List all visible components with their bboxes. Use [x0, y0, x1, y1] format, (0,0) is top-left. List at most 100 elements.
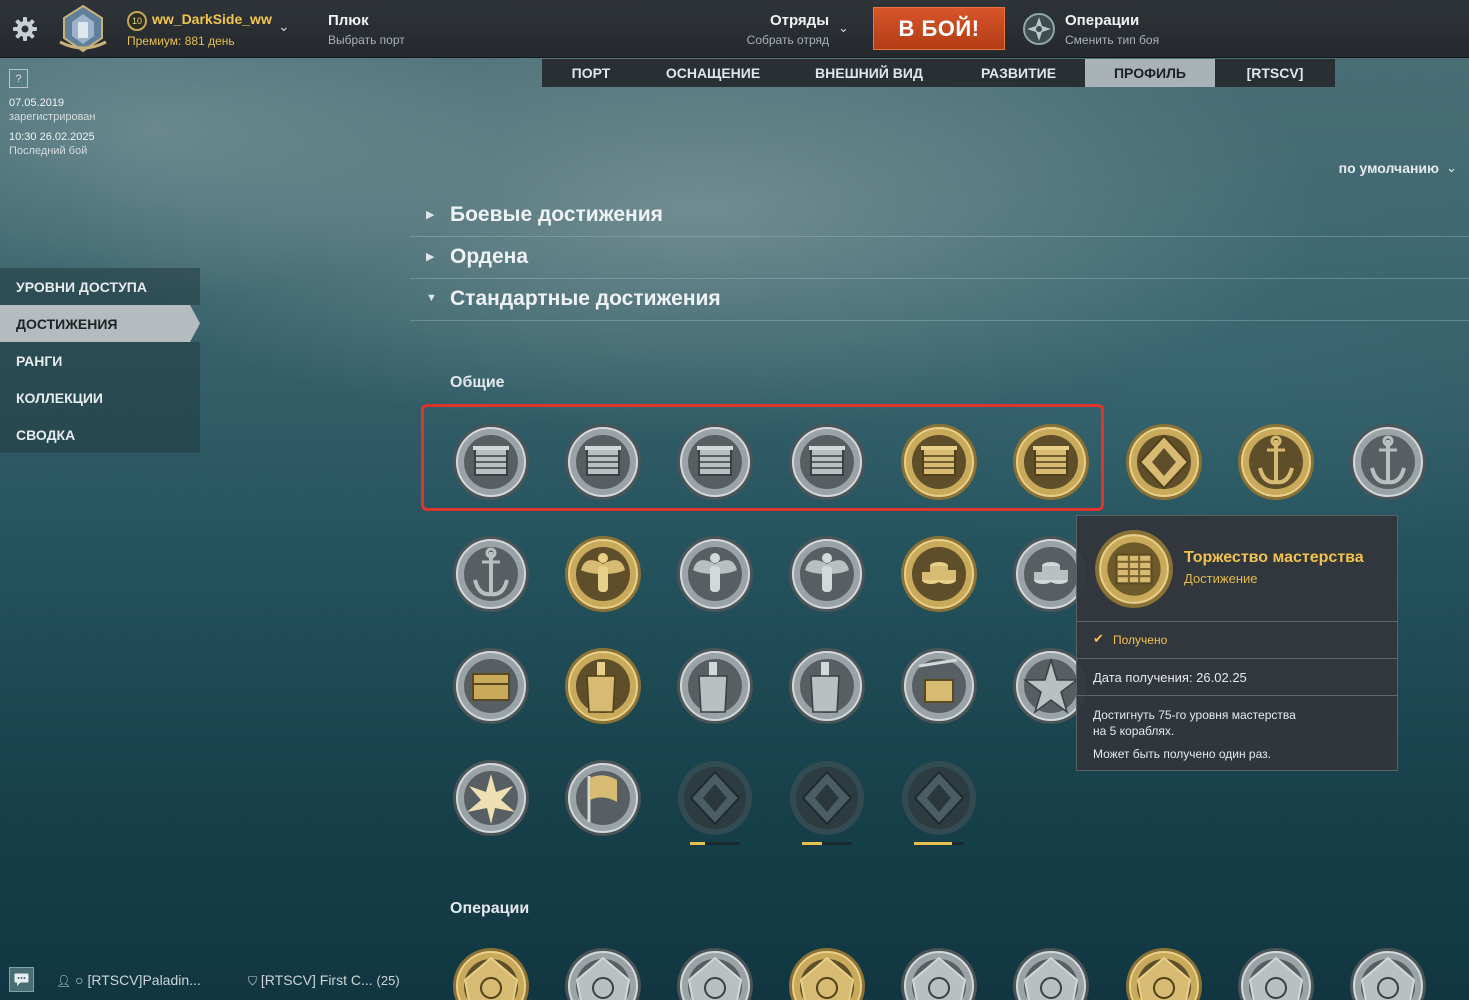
ribbon-medal-icon: [1093, 528, 1175, 610]
achievement-operation-icon[interactable]: [787, 946, 867, 1000]
sort-chevron-icon[interactable]: ⌄: [1446, 160, 1457, 176]
expand-arrow-icon: ▶: [426, 209, 435, 221]
section-combat-achievements[interactable]: ▶ Боевые достижения: [410, 195, 1469, 237]
achievement-angel-icon[interactable]: [787, 534, 867, 614]
achievement-operation-icon[interactable]: [451, 946, 531, 1000]
achievement-anchor-icon[interactable]: [451, 534, 531, 614]
tooltip-divider: [1077, 658, 1397, 659]
tooltip-subtitle: Достижение: [1184, 571, 1258, 586]
port-name[interactable]: Плюк: [328, 12, 369, 29]
side-item-ranks[interactable]: РАНГИ: [0, 342, 200, 379]
achievement-progress-fill: [690, 842, 705, 845]
achievement-diamond-icon[interactable]: [1124, 422, 1204, 502]
side-item-achievements[interactable]: ДОСТИЖЕНИЯ: [0, 305, 200, 342]
clan-shield-icon: ⛉: [248, 974, 258, 988]
bottom-clan-channel[interactable]: ⛉ [RTSCV] First C... (25): [248, 972, 400, 989]
tooltip-description: Достигнуть 75-го уровня мастерства на 5 …: [1093, 707, 1343, 739]
achievement-progress-fill: [802, 842, 822, 845]
side-item-access-levels[interactable]: УРОВНИ ДОСТУПА: [0, 268, 200, 305]
bottom-clan-count: (25): [376, 973, 400, 988]
user-menu-chevron-icon[interactable]: ⌄: [278, 18, 290, 35]
last-battle-date: 10:30 26.02.2025: [9, 131, 95, 143]
battle-type-hint: Сменить тип боя: [1065, 33, 1160, 47]
achievement-operation-icon[interactable]: [899, 946, 979, 1000]
achievement-diamond-icon[interactable]: [675, 758, 755, 838]
checkmark-icon: ✔: [1093, 631, 1104, 646]
side-item-summary[interactable]: СВОДКА: [0, 416, 200, 453]
bottom-user-contact[interactable]: 👤︎ ○ [RTSCV]Paladin...: [56, 972, 201, 988]
achievement-anchor-icon[interactable]: [1348, 422, 1428, 502]
tab-port[interactable]: ПОРТ: [542, 59, 640, 87]
tooltip-once-note: Может быть получено один раз.: [1093, 747, 1271, 761]
group-label-operations: Операции: [450, 900, 530, 917]
section-orders[interactable]: ▶ Ордена: [410, 237, 1469, 279]
premium-status: Премиум: 881 день: [127, 34, 235, 48]
achievement-cargo-icon[interactable]: [899, 646, 979, 726]
profile-side-nav: УРОВНИ ДОСТУПА ДОСТИЖЕНИЯ РАНГИ КОЛЛЕКЦИ…: [0, 268, 200, 453]
tab-development[interactable]: РАЗВИТИЕ: [952, 59, 1085, 87]
achievement-operation-icon[interactable]: [1124, 946, 1204, 1000]
achievement-ship-icon[interactable]: [563, 646, 643, 726]
achievement-progress-fill: [914, 842, 952, 845]
section-standard-achievements[interactable]: ▼ Стандартные достижения: [410, 279, 1469, 321]
group-label-general: Общие: [450, 374, 505, 391]
tooltip-title: Торжество мастерства: [1184, 549, 1364, 566]
battle-type-title[interactable]: Операции: [1065, 12, 1139, 29]
battle-button[interactable]: В БОЙ!: [873, 7, 1005, 50]
achievement-operation-icon[interactable]: [1348, 946, 1428, 1000]
tab-equipment[interactable]: ОСНАЩЕНИЕ: [640, 59, 786, 87]
squad-title[interactable]: Отряды: [770, 12, 829, 29]
achievement-diamond-icon[interactable]: [787, 758, 867, 838]
port-select-hint: Выбрать порт: [328, 33, 405, 47]
achievement-ship-icon[interactable]: [787, 646, 867, 726]
registration-date: 07.05.2019: [9, 97, 65, 109]
chat-button[interactable]: [9, 967, 34, 992]
achievement-ship-icon[interactable]: [675, 646, 755, 726]
achievement-operation-icon[interactable]: [675, 946, 755, 1000]
main-tabs: ПОРТ ОСНАЩЕНИЕ ВНЕШНИЙ ВИД РАЗВИТИЕ ПРОФ…: [542, 59, 1335, 87]
achievement-coins-icon[interactable]: [899, 534, 979, 614]
achievement-blast-icon[interactable]: [451, 758, 531, 838]
side-item-collections[interactable]: КОЛЛЕКЦИИ: [0, 379, 200, 416]
tab-profile[interactable]: ПРОФИЛЬ: [1085, 59, 1215, 87]
highlight-box: [421, 404, 1104, 511]
collapse-arrow-icon: ▼: [426, 292, 437, 304]
bottom-clan-name: [RTSCV] First C...: [260, 972, 373, 988]
achievement-crate-icon[interactable]: [451, 646, 531, 726]
tooltip-description-line: Достигнуть 75-го уровня мастерства: [1093, 708, 1296, 722]
section-label: Боевые достижения: [450, 203, 663, 226]
achievement-angel-icon[interactable]: [563, 534, 643, 614]
username[interactable]: ww_DarkSide_ww: [152, 11, 272, 27]
section-label: Ордена: [450, 245, 529, 268]
achievement-progress-bar: [914, 842, 964, 845]
tooltip-divider: [1077, 695, 1397, 696]
achievement-progress-bar: [690, 842, 740, 845]
last-battle-label: Последний бой: [9, 145, 88, 157]
achievement-diamond-icon[interactable]: [899, 758, 979, 838]
settings-gear-icon[interactable]: [10, 14, 40, 44]
achievement-angel-icon[interactable]: [675, 534, 755, 614]
operations-mode-icon[interactable]: [1022, 12, 1056, 46]
achievement-operation-icon[interactable]: [1011, 946, 1091, 1000]
tab-clan[interactable]: [RTSCV]: [1215, 59, 1335, 87]
tooltip-divider: [1077, 621, 1397, 622]
account-level-badge: 10: [127, 11, 147, 31]
achievement-operation-icon[interactable]: [563, 946, 643, 1000]
registration-label: зарегистрирован: [9, 111, 96, 123]
user-icon: 👤︎: [56, 974, 72, 988]
chat-icon: [14, 973, 29, 986]
achievement-anchor-icon[interactable]: [1236, 422, 1316, 502]
sort-dropdown[interactable]: по умолчанию: [1339, 160, 1439, 176]
achievement-operation-icon[interactable]: [1236, 946, 1316, 1000]
squad-chevron-icon[interactable]: ⌄: [838, 20, 849, 36]
achievement-flag-icon[interactable]: [563, 758, 643, 838]
expand-arrow-icon: ▶: [426, 251, 435, 263]
squad-hint: Собрать отряд: [746, 33, 829, 47]
tab-appearance[interactable]: ВНЕШНИЙ ВИД: [786, 59, 952, 87]
bottom-user-name: ○ [RTSCV]Paladin...: [75, 972, 201, 988]
tooltip-status: Получено: [1113, 633, 1168, 647]
achievement-tooltip: Торжество мастерства Достижение ✔ Получе…: [1076, 515, 1398, 771]
help-button[interactable]: ?: [9, 69, 28, 88]
tooltip-description-line: на 5 кораблях.: [1093, 724, 1175, 738]
port-emblem-icon[interactable]: [56, 4, 110, 54]
